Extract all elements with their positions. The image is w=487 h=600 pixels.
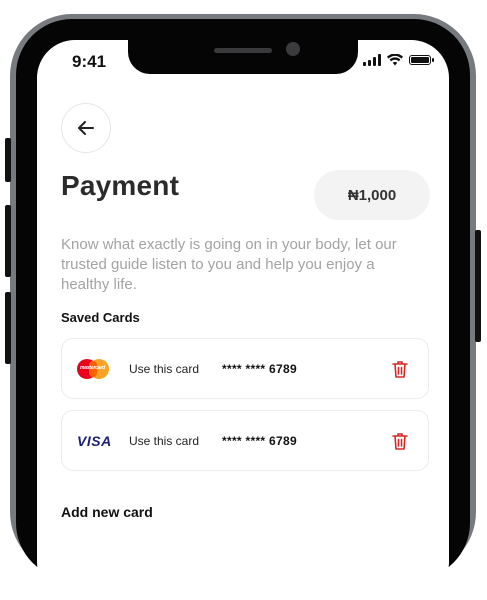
saved-card-mastercard[interactable]: mastercard Use this card **** **** 6789 — [61, 338, 429, 399]
wifi-icon — [387, 54, 403, 66]
mastercard-icon: mastercard — [77, 358, 109, 379]
front-camera — [286, 42, 300, 56]
card-number: **** **** 6789 — [222, 361, 297, 376]
arrow-left-icon — [78, 121, 94, 135]
trash-icon[interactable] — [392, 432, 408, 450]
card-number: **** **** 6789 — [222, 433, 297, 448]
status-time: 9:41 — [72, 52, 107, 71]
notch — [128, 40, 358, 74]
use-card-label: Use this card — [129, 433, 200, 448]
visa-logo-text: VISA — [77, 432, 112, 449]
use-card-label: Use this card — [129, 361, 200, 376]
status-icons — [363, 54, 434, 66]
mastercard-logo-text: mastercard — [80, 364, 105, 371]
speaker — [214, 48, 272, 53]
signal-icon — [363, 54, 381, 66]
app-screen: 9:41 Payment ₦1,000 Know what exactly is… — [37, 40, 449, 600]
visa-icon: VISA — [77, 433, 112, 449]
phone-volume-down-button — [5, 292, 11, 364]
back-button[interactable] — [61, 103, 111, 153]
add-new-card-link[interactable]: Add new card — [61, 504, 153, 520]
phone-volume-up-button — [5, 205, 11, 277]
page-description: Know what exactly is going on in your bo… — [61, 236, 397, 293]
saved-card-visa[interactable]: VISA Use this card **** **** 6789 — [61, 410, 429, 471]
trash-icon[interactable] — [392, 360, 408, 378]
battery-icon — [409, 55, 434, 65]
page-title: Payment — [61, 170, 180, 201]
saved-cards-label: Saved Cards — [61, 310, 140, 325]
amount-badge: ₦1,000 — [314, 170, 430, 220]
phone-side-button — [5, 138, 11, 182]
phone-power-button — [475, 230, 481, 342]
